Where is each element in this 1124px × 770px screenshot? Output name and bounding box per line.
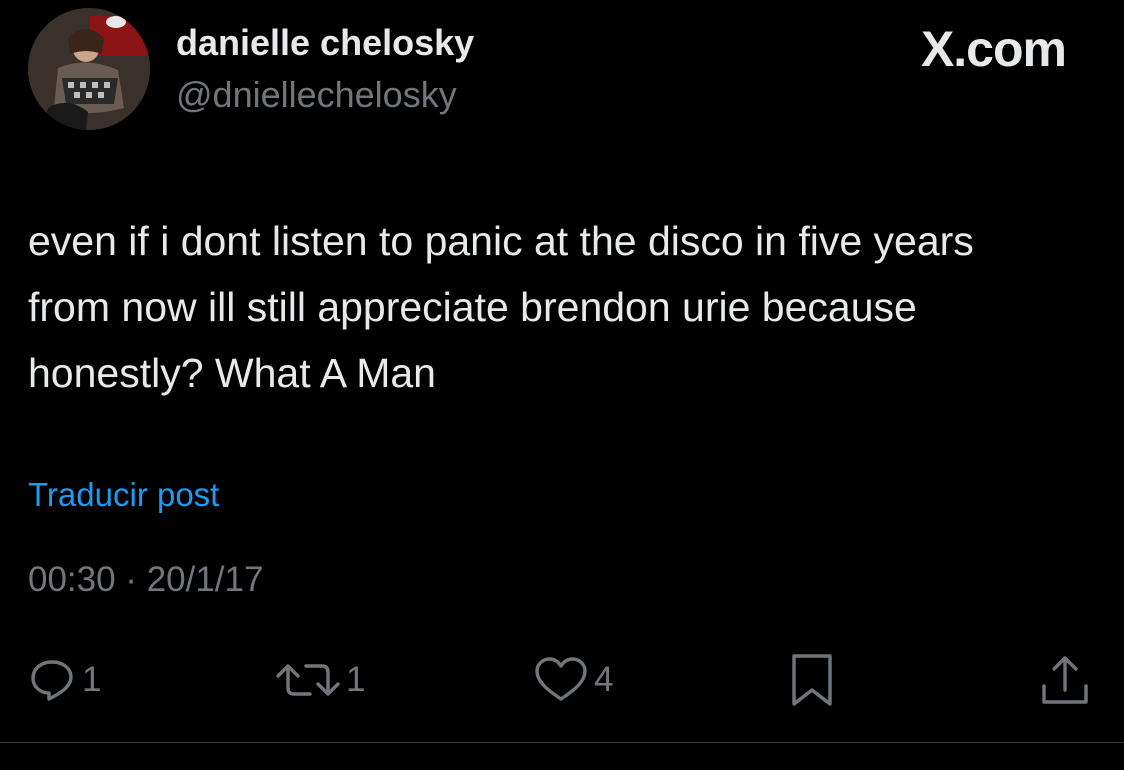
bookmark-icon — [792, 654, 832, 706]
like-button[interactable]: 4 — [534, 650, 613, 710]
user-handle[interactable]: @dniellechelosky — [176, 74, 457, 116]
avatar[interactable] — [28, 8, 150, 130]
reply-count: 1 — [82, 660, 102, 699]
share-icon — [1042, 656, 1088, 704]
like-count: 4 — [594, 660, 614, 699]
reply-icon — [31, 660, 73, 701]
brand-logo: X.com — [920, 21, 1067, 77]
profile-photo — [28, 8, 150, 130]
repost-icon — [276, 664, 340, 696]
display-name[interactable]: danielle chelosky — [176, 22, 474, 64]
share-button[interactable] — [1040, 650, 1090, 710]
heart-icon — [535, 657, 587, 701]
repost-count: 1 — [346, 660, 366, 699]
post-timestamp[interactable]: 00:30 · 20/1/17 — [28, 560, 263, 600]
repost-button[interactable]: 1 — [276, 650, 365, 710]
reply-button[interactable]: 1 — [28, 650, 101, 710]
bookmark-button[interactable] — [790, 650, 834, 710]
post-text: even if i dont listen to panic at the di… — [28, 218, 974, 396]
bottom-divider — [0, 742, 1124, 743]
translate-post-link[interactable]: Traducir post — [28, 476, 219, 514]
